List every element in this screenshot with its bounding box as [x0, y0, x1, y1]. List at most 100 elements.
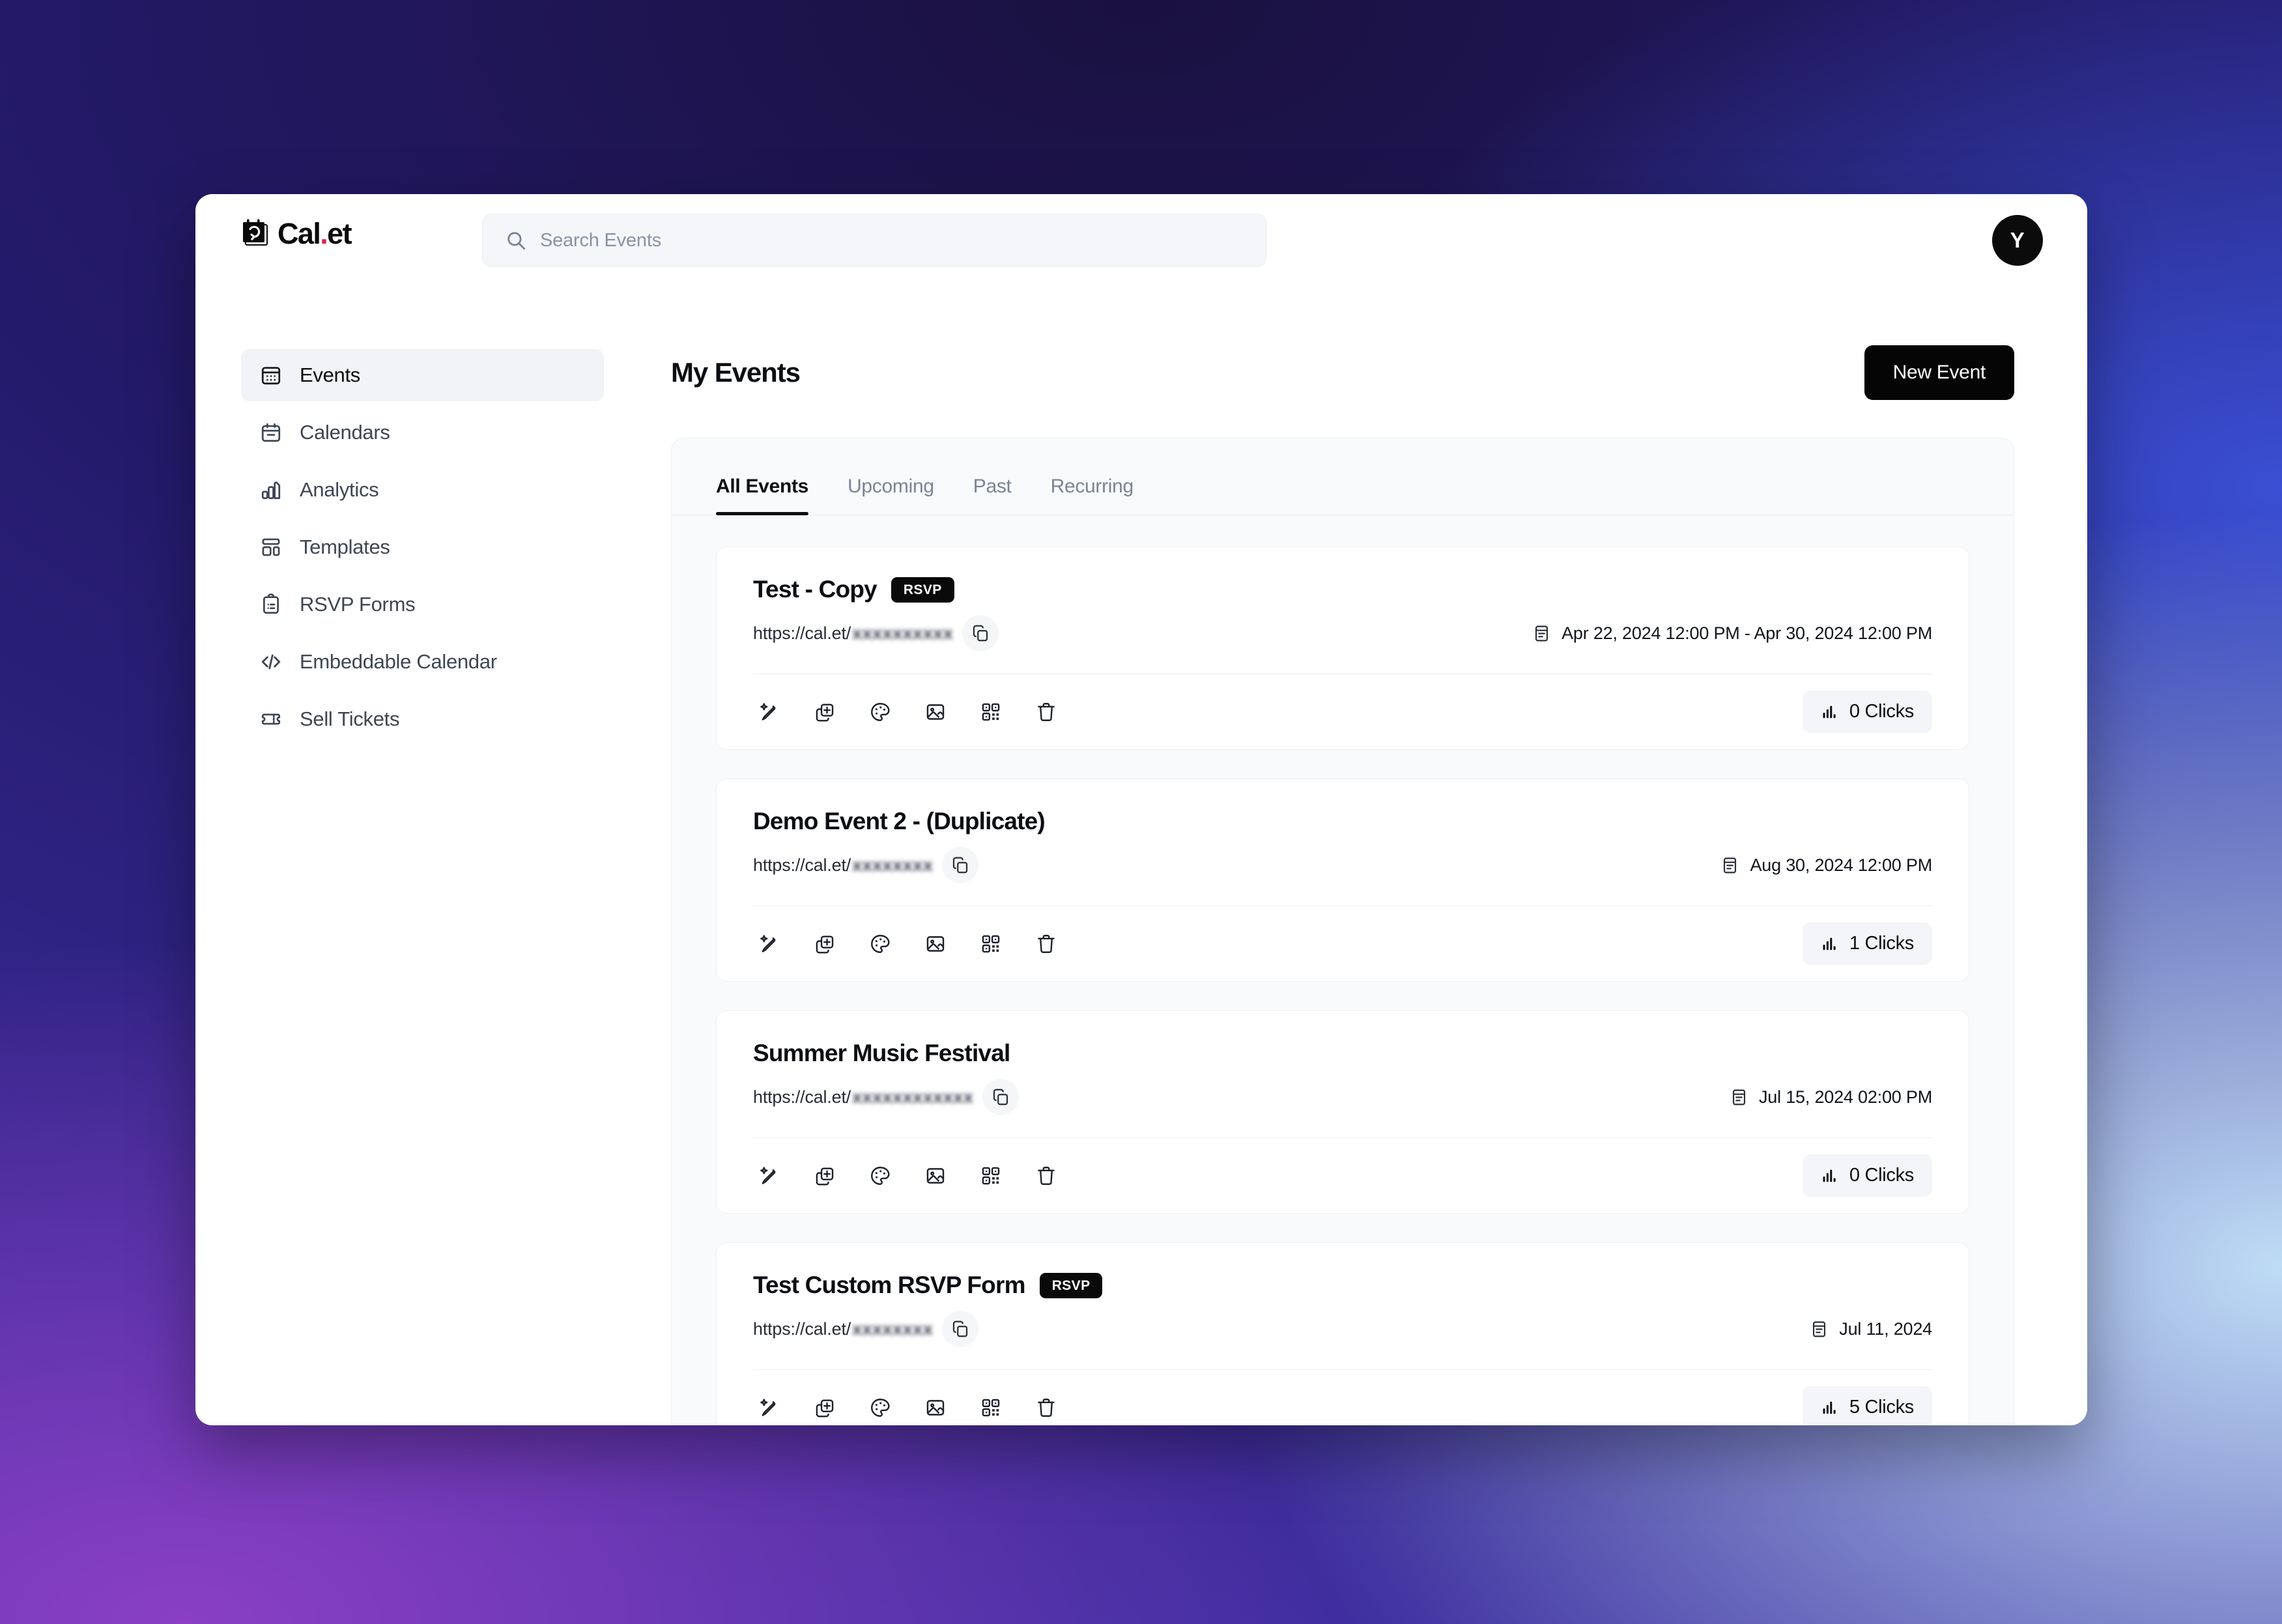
event-title-row: Demo Event 2 - (Duplicate)	[753, 808, 1932, 835]
event-card[interactable]: Test Custom RSVP Form RSVP https://cal.e…	[716, 1242, 1969, 1425]
palette-icon	[871, 934, 890, 953]
search-input[interactable]	[540, 229, 1244, 251]
clicks-badge[interactable]: 0 Clicks	[1802, 691, 1932, 733]
image-icon	[926, 1167, 945, 1184]
clicks-count: 0 Clicks	[1849, 701, 1914, 722]
bar-chart-small-icon	[1823, 1401, 1836, 1414]
palette-button[interactable]	[864, 928, 896, 960]
delete-button[interactable]	[1030, 928, 1063, 960]
avatar-initial: Y	[2010, 228, 2025, 252]
duplicate-button[interactable]	[808, 1160, 841, 1192]
image-button[interactable]	[919, 928, 952, 960]
event-card[interactable]: Summer Music Festival https://cal.et/xxx…	[716, 1010, 1969, 1214]
duplicate-button[interactable]	[808, 1391, 841, 1424]
sidebar-item-analytics[interactable]: Analytics	[241, 464, 604, 516]
bar-chart-small-icon	[1823, 705, 1836, 718]
event-url-slug-redacted: xxxxxxxxxxxx	[852, 1087, 974, 1107]
tab-recurring[interactable]: Recurring	[1031, 476, 1153, 515]
qr-code-icon	[982, 935, 1000, 952]
copy-link-button[interactable]	[942, 1311, 979, 1347]
qr-code-icon	[982, 1399, 1000, 1416]
tab-upcoming[interactable]: Upcoming	[828, 476, 954, 515]
image-button[interactable]	[919, 696, 952, 728]
trash-icon	[1038, 934, 1055, 953]
event-title-row: Summer Music Festival	[753, 1040, 1932, 1067]
calendar-date-icon	[1813, 1321, 1826, 1337]
sidebar-item-sell-tickets[interactable]: Sell Tickets	[241, 693, 604, 745]
event-url-wrap: https://cal.et/xxxxxxxxxxxx	[753, 1079, 1020, 1115]
event-title: Demo Event 2 - (Duplicate)	[753, 808, 1046, 834]
tab-past[interactable]: Past	[954, 476, 1031, 515]
sidebar-item-rsvp-forms[interactable]: RSVP Forms	[241, 578, 604, 631]
event-meta-row: https://cal.et/xxxxxxxxxxxx Jul 15, 2024…	[753, 1079, 1932, 1137]
delete-button[interactable]	[1030, 696, 1063, 728]
duplicate-icon	[816, 1399, 834, 1417]
magic-edit-button[interactable]	[753, 1391, 786, 1424]
event-title: Test - Copy	[753, 576, 877, 603]
copy-link-button[interactable]	[962, 615, 999, 651]
image-icon	[926, 1399, 945, 1416]
clicks-badge[interactable]: 5 Clicks	[1802, 1386, 1932, 1425]
event-meta-row: https://cal.et/xxxxxxxxxx Apr 22, 2024 1…	[753, 615, 1932, 674]
sidebar-item-calendars[interactable]: Calendars	[241, 406, 604, 459]
delete-button[interactable]	[1030, 1391, 1063, 1424]
magic-edit-icon	[760, 702, 776, 720]
sidebar-item-templates[interactable]: Templates	[241, 521, 604, 573]
tab-all-events[interactable]: All Events	[716, 476, 828, 515]
palette-button[interactable]	[864, 1160, 896, 1192]
trash-icon	[1038, 702, 1055, 721]
event-url-prefix: https://cal.et/	[753, 1318, 851, 1339]
search-bar[interactable]	[482, 214, 1266, 267]
image-button[interactable]	[919, 1160, 952, 1192]
event-url-wrap: https://cal.et/xxxxxxxxxx	[753, 615, 999, 651]
event-date: Aug 30, 2024 12:00 PM	[1720, 855, 1932, 876]
calendar-date-icon	[1535, 625, 1548, 641]
event-url-prefix: https://cal.et/	[753, 623, 851, 643]
avatar[interactable]: Y	[1992, 215, 2043, 266]
calendar-grid-icon	[259, 363, 283, 387]
clicks-badge[interactable]: 1 Clicks	[1802, 922, 1932, 965]
magic-edit-icon	[760, 934, 776, 952]
event-url-prefix: https://cal.et/	[753, 855, 851, 875]
delete-button[interactable]	[1030, 1160, 1063, 1192]
clicks-badge[interactable]: 0 Clicks	[1802, 1154, 1932, 1197]
bar-chart-icon	[259, 478, 283, 502]
magic-edit-button[interactable]	[753, 696, 786, 728]
search-icon	[507, 232, 526, 250]
event-date-text: Jul 11, 2024	[1839, 1318, 1932, 1339]
image-button[interactable]	[919, 1391, 952, 1424]
duplicate-button[interactable]	[808, 696, 841, 728]
rsvp-badge: RSVP	[1039, 1272, 1103, 1298]
palette-button[interactable]	[864, 696, 896, 728]
event-action-icons	[753, 696, 1063, 728]
event-date: Jul 15, 2024 02:00 PM	[1730, 1087, 1932, 1107]
clicks-count: 5 Clicks	[1849, 1397, 1914, 1417]
event-url-prefix: https://cal.et/	[753, 1087, 851, 1107]
magic-edit-button[interactable]	[753, 928, 786, 960]
qr-code-button[interactable]	[975, 1391, 1007, 1424]
event-card[interactable]: Demo Event 2 - (Duplicate) https://cal.e…	[716, 778, 1969, 982]
event-url-slug-redacted: xxxxxxxx	[852, 1318, 934, 1339]
qr-code-button[interactable]	[975, 696, 1007, 728]
copy-link-button[interactable]	[942, 847, 979, 883]
new-event-button[interactable]: New Event	[1864, 345, 2014, 400]
sidebar-item-events[interactable]: Events	[241, 349, 604, 401]
duplicate-button[interactable]	[808, 928, 841, 960]
qr-code-icon	[982, 703, 1000, 720]
event-card[interactable]: Test - Copy RSVP https://cal.et/xxxxxxxx…	[716, 547, 1969, 750]
qr-code-button[interactable]	[975, 1160, 1007, 1192]
sidebar: Events Calendars Analytics Templates RSV…	[195, 315, 632, 1425]
palette-button[interactable]	[864, 1391, 896, 1424]
app-window: Cal.et Y Events	[195, 194, 2087, 1425]
event-date-text: Apr 22, 2024 12:00 PM - Apr 30, 2024 12:…	[1562, 623, 1932, 643]
qr-code-button[interactable]	[975, 928, 1007, 960]
clicks-count: 0 Clicks	[1849, 1165, 1914, 1186]
duplicate-icon	[816, 703, 834, 722]
image-icon	[926, 704, 945, 720]
sidebar-item-embeddable-calendar[interactable]: Embeddable Calendar	[241, 636, 604, 688]
app-logo[interactable]: Cal.et	[241, 218, 352, 249]
sidebar-item-label: Calendars	[300, 421, 390, 444]
magic-edit-button[interactable]	[753, 1160, 786, 1192]
event-actions-row: 0 Clicks	[753, 1137, 1932, 1213]
copy-link-button[interactable]	[982, 1079, 1020, 1115]
